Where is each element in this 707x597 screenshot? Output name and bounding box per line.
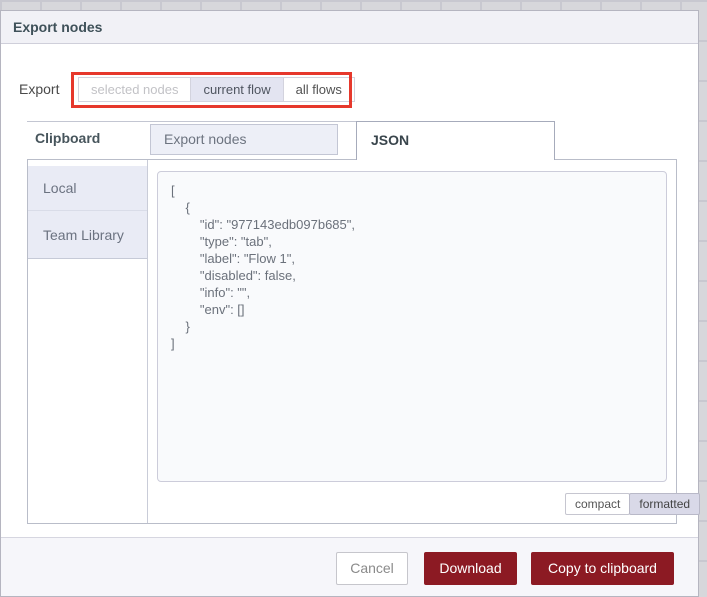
json-format-toggle-group: compact formatted xyxy=(565,493,701,515)
dialog-title: Export nodes xyxy=(1,11,698,44)
cancel-button[interactable]: Cancel xyxy=(336,552,408,585)
scope-all-flows-button[interactable]: all flows xyxy=(282,77,355,102)
format-formatted-button[interactable]: formatted xyxy=(629,493,701,515)
export-content-panel: Local Team Library [ { "id": "977143edb0… xyxy=(27,159,701,524)
exported-json-textarea[interactable]: [ { "id": "977143edb097b685", "type": "t… xyxy=(157,171,667,482)
scope-current-flow-button[interactable]: current flow xyxy=(190,77,284,102)
tab-row-divider xyxy=(27,121,357,122)
format-compact-button[interactable]: compact xyxy=(565,493,631,515)
sidebar-item-team-library[interactable]: Team Library xyxy=(28,211,147,259)
dialog-footer: Cancel Download Copy to clipboard xyxy=(1,537,698,596)
library-source-label: Clipboard xyxy=(35,130,101,146)
sidebar-item-local[interactable]: Local xyxy=(28,166,147,211)
library-sidebar: Local Team Library xyxy=(28,160,148,523)
export-scope-toggle-group: selected nodes current flow all flows xyxy=(78,77,355,102)
export-row-label: Export xyxy=(19,81,60,97)
tab-json[interactable]: JSON xyxy=(356,121,555,160)
download-button[interactable]: Download xyxy=(424,552,517,585)
export-nodes-dialog: Export nodes Export selected nodes curre… xyxy=(0,10,701,597)
tab-export-nodes[interactable]: Export nodes xyxy=(150,124,338,155)
copy-to-clipboard-button[interactable]: Copy to clipboard xyxy=(531,552,674,585)
scope-selected-nodes-button[interactable]: selected nodes xyxy=(78,77,192,102)
